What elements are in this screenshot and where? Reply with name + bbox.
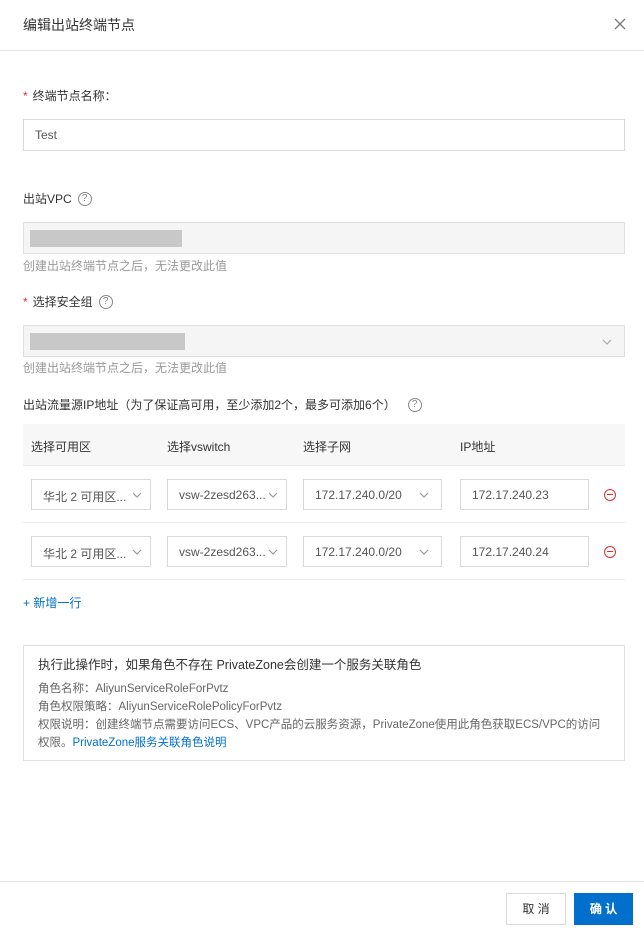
subnet-value: 172.17.240.0/20: [315, 545, 402, 559]
column-header: IP地址: [460, 440, 496, 454]
subnet-value: 172.17.240.0/20: [315, 488, 402, 502]
column-header: 选择可用区: [31, 440, 92, 454]
chevron-down-icon: [419, 549, 429, 555]
security-group-hint: 创建出站终端节点之后，无法更改此值: [23, 361, 228, 375]
subnet-select[interactable]: 172.17.240.0/20: [303, 479, 442, 510]
vpc-hint: 创建出站终端节点之后，无法更改此值: [23, 259, 228, 273]
vswitch-select[interactable]: vsw-2zesd263...: [167, 479, 287, 510]
help-icon[interactable]: ?: [98, 295, 113, 309]
notice-permission: 权限说明：创建终端节点需要访问ECS、VPC产品的云服务资源，PrivateZo…: [38, 716, 610, 752]
redacted-value: [30, 333, 185, 350]
subnet-select[interactable]: 172.17.240.0/20: [303, 536, 442, 567]
column-header: 选择vswitch: [167, 440, 231, 454]
zone-value: 华北 2 可用区...: [43, 490, 127, 504]
name-input-value: Test: [35, 128, 58, 142]
service-role-doc-link[interactable]: PrivateZone服务关联角色说明: [73, 737, 227, 749]
chevron-down-icon: [268, 492, 278, 498]
zone-value: 华北 2 可用区...: [43, 547, 127, 561]
help-icon[interactable]: ?: [407, 398, 422, 412]
ip-input[interactable]: 172.17.240.24: [460, 536, 589, 567]
chevron-down-icon: [132, 549, 142, 555]
notice-role-policy: 角色权限策略：AliyunServiceRolePolicyForPvtz: [38, 701, 283, 713]
required-mark: *: [23, 295, 28, 309]
name-label: * 终端节点名称：: [23, 88, 117, 104]
confirm-button[interactable]: 确 认: [574, 893, 633, 925]
chevron-down-icon: [602, 339, 612, 345]
name-input[interactable]: Test: [23, 119, 625, 151]
table-row: 华北 2 可用区... vsw-2zesd263... 172.17.240.0…: [23, 523, 625, 580]
vswitch-select[interactable]: vsw-2zesd263...: [167, 536, 287, 567]
add-row-link[interactable]: + 新增一行: [23, 594, 81, 611]
dialog-footer: 取 消 确 认: [0, 881, 644, 931]
vpc-input: [23, 222, 625, 254]
vswitch-value: vsw-2zesd263...: [179, 545, 266, 559]
ip-value: 172.17.240.24: [472, 545, 549, 559]
ip-value: 172.17.240.23: [472, 488, 549, 502]
chevron-down-icon: [419, 492, 429, 498]
dialog-title: 编辑出站终端节点: [23, 17, 135, 33]
source-ip-label-text: 出站流量源IP地址（为了保证高可用，至少添加2个，最多可添加6个）: [23, 398, 396, 412]
remove-row-icon[interactable]: [604, 546, 616, 558]
dialog-header: 编辑出站终端节点: [0, 0, 644, 51]
security-group-label-text: 选择安全组: [32, 295, 93, 309]
ip-input[interactable]: 172.17.240.23: [460, 479, 589, 510]
chevron-down-icon: [268, 549, 278, 555]
table-header: 选择可用区 选择vswitch 选择子网 IP地址: [23, 424, 625, 466]
column-header: 选择子网: [303, 440, 352, 454]
source-ip-label: 出站流量源IP地址（为了保证高可用，至少添加2个，最多可添加6个） ?: [23, 397, 422, 413]
source-ip-table: 选择可用区 选择vswitch 选择子网 IP地址 华北 2 可用区... vs…: [23, 424, 625, 580]
vswitch-value: vsw-2zesd263...: [179, 488, 266, 502]
required-mark: *: [23, 89, 28, 103]
remove-row-icon[interactable]: [604, 489, 616, 501]
vpc-label-text: 出站VPC: [23, 192, 72, 206]
chevron-down-icon: [132, 492, 142, 498]
service-role-notice: 执行此操作时，如果角色不存在 PrivateZone会创建一个服务关联角色 角色…: [23, 645, 625, 761]
vpc-label: 出站VPC ?: [23, 191, 92, 207]
notice-title: 执行此操作时，如果角色不存在 PrivateZone会创建一个服务关联角色: [38, 658, 422, 672]
zone-select[interactable]: 华北 2 可用区...: [31, 536, 151, 567]
security-group-select: [23, 325, 625, 357]
redacted-value: [30, 230, 182, 247]
name-label-text: 终端节点名称：: [32, 89, 117, 103]
cancel-button[interactable]: 取 消: [506, 893, 566, 925]
security-group-label: * 选择安全组 ?: [23, 294, 113, 310]
close-icon[interactable]: [612, 14, 628, 34]
table-row: 华北 2 可用区... vsw-2zesd263... 172.17.240.0…: [23, 466, 625, 523]
zone-select[interactable]: 华北 2 可用区...: [31, 479, 151, 510]
help-icon[interactable]: ?: [77, 192, 92, 206]
notice-role-name: 角色名称：AliyunServiceRoleForPvtz: [38, 683, 229, 695]
